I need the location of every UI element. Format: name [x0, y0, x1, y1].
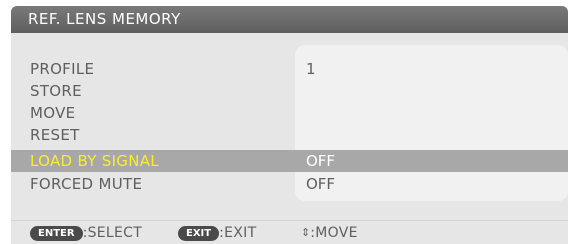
menu-item-load-by-signal[interactable]: LOAD BY SIGNAL OFF	[11, 150, 568, 172]
menu-item-label: RESET	[30, 126, 80, 144]
up-down-arrow-icon: ⇕	[301, 226, 311, 239]
menu-item-reset[interactable]: RESET	[11, 124, 568, 146]
menu-item-move[interactable]: MOVE	[11, 102, 568, 124]
enter-key-icon: ENTER	[30, 226, 83, 241]
enter-hint-label: :SELECT	[82, 225, 143, 241]
enter-hint: ENTER:SELECT	[30, 224, 142, 242]
menu-item-store[interactable]: STORE	[11, 80, 568, 102]
menu-item-label: STORE	[30, 82, 82, 100]
menu-item-label: PROFILE	[30, 60, 95, 78]
menu-item-profile[interactable]: PROFILE 1	[11, 58, 568, 80]
menu-title: REF. LENS MEMORY	[28, 10, 181, 28]
exit-key-icon: EXIT	[178, 226, 220, 241]
title-bar: REF. LENS MEMORY	[11, 6, 568, 33]
menu-item-value: OFF	[306, 152, 336, 170]
ref-lens-memory-menu: REF. LENS MEMORY PROFILE 1 STORE MOVE RE…	[0, 0, 575, 244]
footer-hints: ENTER:SELECT EXIT:EXIT ⇕:MOVE	[11, 221, 568, 244]
menu-item-value: OFF	[306, 175, 336, 193]
menu-item-label: FORCED MUTE	[30, 175, 143, 193]
exit-hint: EXIT:EXIT	[178, 224, 256, 242]
exit-hint-label: :EXIT	[219, 225, 257, 241]
move-hint: ⇕:MOVE	[301, 224, 358, 242]
move-hint-label: :MOVE	[310, 225, 358, 241]
menu-item-value: 1	[306, 60, 316, 78]
menu-item-forced-mute[interactable]: FORCED MUTE OFF	[11, 173, 568, 195]
menu-item-label: MOVE	[30, 104, 76, 122]
menu-item-label: LOAD BY SIGNAL	[30, 152, 159, 170]
